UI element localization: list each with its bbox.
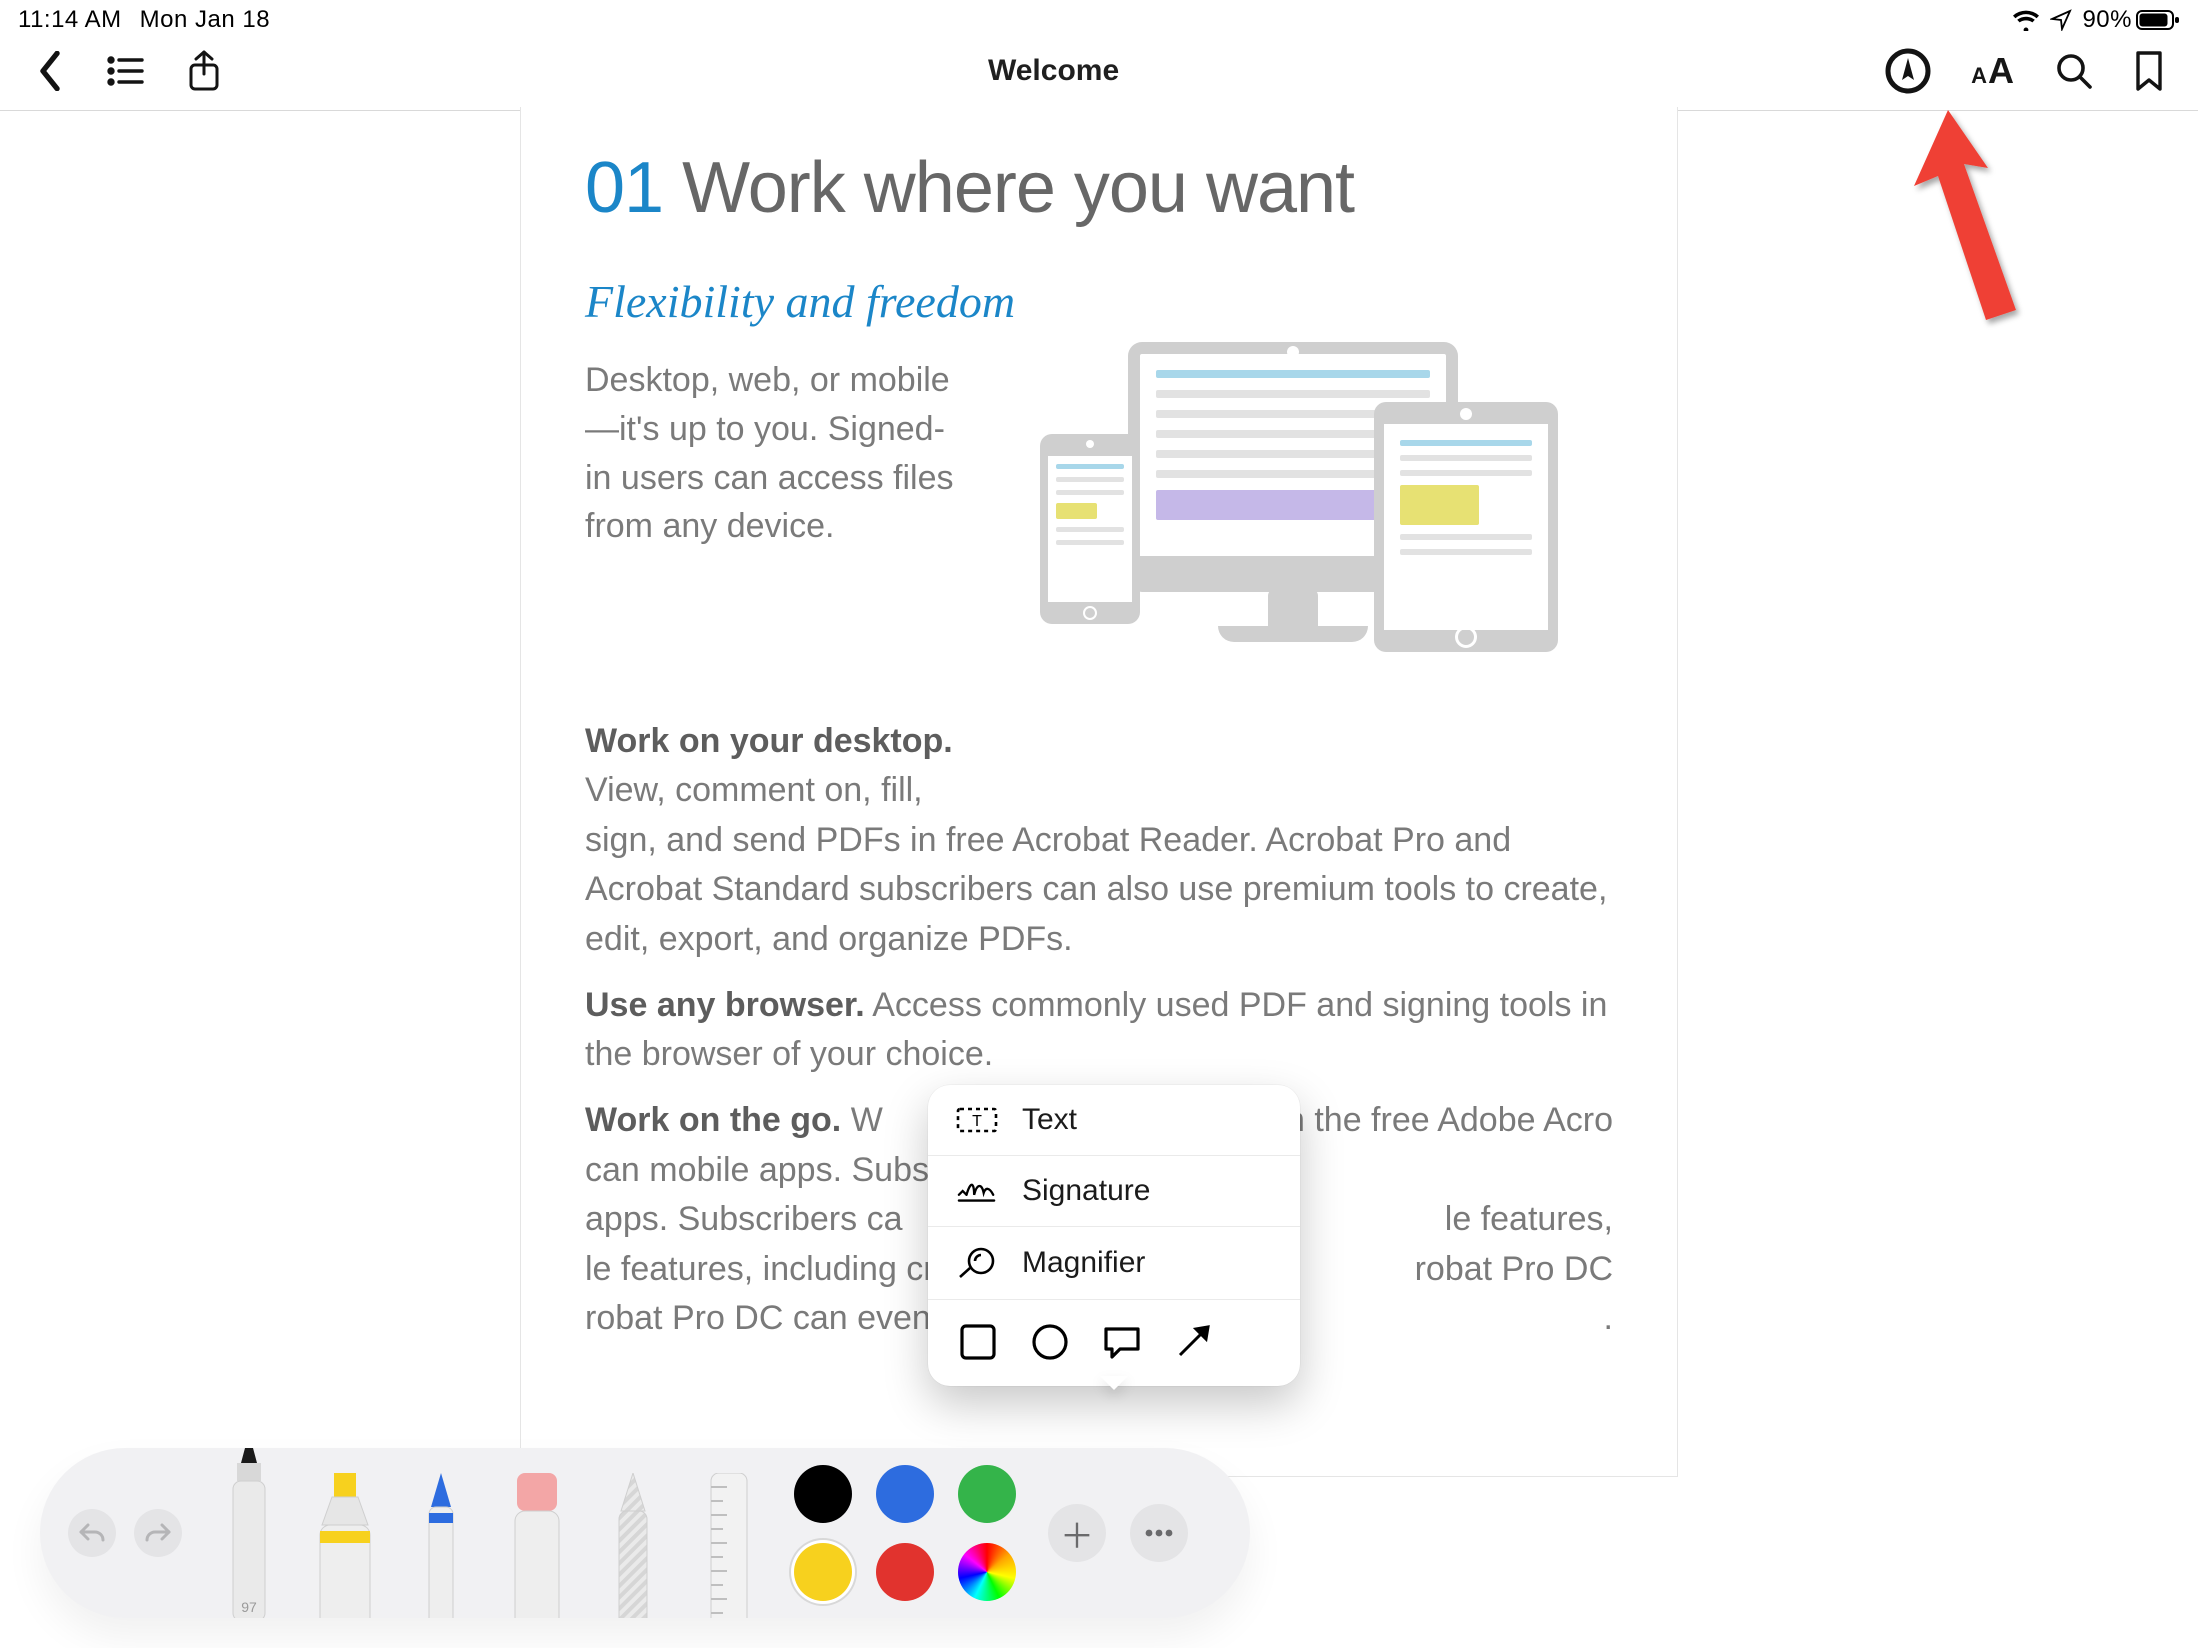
- popover-item-text[interactable]: T Text: [928, 1085, 1300, 1155]
- popover-label: Signature: [1022, 1174, 1150, 1208]
- wifi-icon: [2012, 9, 2040, 31]
- undo-button[interactable]: [68, 1509, 116, 1557]
- popover-label: Magnifier: [1022, 1246, 1145, 1280]
- tool-eraser[interactable]: [498, 1473, 576, 1618]
- markup-toolbar: 97 80 50 ＋: [40, 1448, 1250, 1618]
- color-swatches: [794, 1465, 1016, 1601]
- swatch-green[interactable]: [958, 1465, 1016, 1523]
- paragraph-browser: Use any browser. Access commonly used PD…: [585, 981, 1613, 1080]
- signature-icon: [956, 1177, 998, 1205]
- tool-pen[interactable]: 97: [210, 1448, 288, 1618]
- bookmark-button[interactable]: [2134, 50, 2164, 92]
- status-bar: 11:14 AM Mon Jan 18 90%: [0, 0, 2198, 38]
- page-subheading: Flexibility and freedom: [585, 275, 1613, 328]
- popover-shape-row: [928, 1299, 1300, 1386]
- swatch-black[interactable]: [794, 1465, 852, 1523]
- devices-illustration: [983, 342, 1613, 672]
- battery-icon: [2136, 9, 2180, 31]
- heading-number: 01: [585, 148, 663, 228]
- swatch-yellow[interactable]: [794, 1543, 852, 1601]
- svg-text:T: T: [972, 1113, 982, 1130]
- redo-button[interactable]: [134, 1509, 182, 1557]
- tool-highlighter[interactable]: 80: [306, 1473, 384, 1618]
- share-button[interactable]: [186, 49, 222, 93]
- text-box-icon: T: [956, 1105, 998, 1135]
- text-size-button[interactable]: AA: [1971, 50, 2014, 92]
- lead-paragraph: Desktop, web, or mobile—it's up to you. …: [585, 356, 965, 552]
- search-button[interactable]: [2054, 51, 2094, 91]
- tool-pencil[interactable]: 50: [402, 1473, 480, 1618]
- pen-size: 97: [241, 1599, 257, 1615]
- popover-label: Text: [1022, 1103, 1077, 1137]
- tool-ruler[interactable]: [690, 1473, 768, 1618]
- app-toolbar: Welcome AA: [0, 38, 2198, 111]
- document-title: Welcome: [988, 54, 1119, 88]
- popover-item-magnifier[interactable]: Magnifier: [928, 1226, 1300, 1299]
- status-date: Mon Jan 18: [140, 6, 270, 34]
- shape-speech-button[interactable]: [1100, 1320, 1144, 1364]
- shape-arrow-button[interactable]: [1172, 1320, 1216, 1364]
- swatch-color-picker[interactable]: [958, 1543, 1016, 1601]
- magnifier-icon: [956, 1245, 998, 1281]
- shape-circle-button[interactable]: [1028, 1320, 1072, 1364]
- location-icon: [2050, 9, 2072, 31]
- annotation-popover: T Text Signature Magnifier: [928, 1085, 1300, 1386]
- tool-lasso[interactable]: [594, 1473, 672, 1618]
- paragraph-desktop: Work on your desktop. View, comment on, …: [585, 717, 1613, 965]
- swatch-red[interactable]: [876, 1543, 934, 1601]
- back-button[interactable]: [34, 51, 66, 91]
- shape-square-button[interactable]: [956, 1320, 1000, 1364]
- markup-mode-button[interactable]: [1885, 48, 1931, 94]
- outline-button[interactable]: [106, 54, 146, 88]
- battery-pct: 90%: [2082, 6, 2132, 34]
- swatch-blue[interactable]: [876, 1465, 934, 1523]
- battery-indicator: 90%: [2082, 6, 2180, 34]
- page-heading: 01 Work where you want: [585, 151, 1613, 227]
- heading-text: Work where you want: [663, 148, 1354, 228]
- status-time: 11:14 AM: [18, 6, 122, 34]
- popover-item-signature[interactable]: Signature: [928, 1155, 1300, 1226]
- more-button[interactable]: [1130, 1504, 1188, 1562]
- add-tool-button[interactable]: ＋: [1048, 1504, 1106, 1562]
